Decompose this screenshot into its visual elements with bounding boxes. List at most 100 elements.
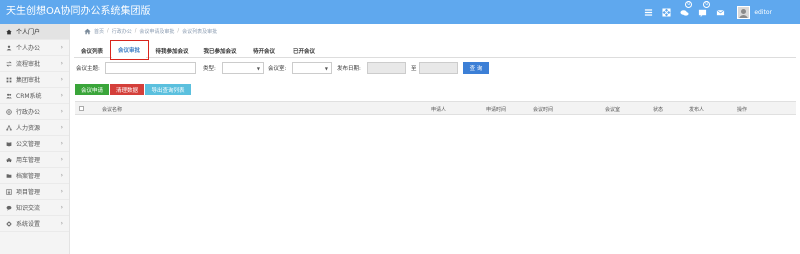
top-toolbar: 0 0 editor [639, 0, 800, 24]
apply-meeting-button[interactable]: 会议申请 [75, 84, 109, 95]
home-icon [6, 29, 12, 35]
home-icon[interactable] [84, 28, 91, 35]
tab-meeting-list[interactable]: 会议列表 [76, 43, 108, 58]
chevron-down-icon: ▼ [324, 66, 328, 71]
chevron-right-icon: › [60, 60, 63, 67]
col-apply-time: 申请时间 [486, 106, 507, 113]
list-icon [6, 188, 12, 195]
sidebar-item[interactable]: 集团审批 › [0, 72, 69, 88]
breadcrumb-home[interactable]: 首页 [94, 28, 104, 35]
type-label: 类型: [203, 66, 216, 72]
breadcrumb: 首页 / 行政办公 / 会议申请及审批 / 会议列表及审批 [84, 26, 217, 36]
sidebar-item-label: 项目管理 [16, 189, 41, 196]
date-from-input[interactable] [367, 62, 406, 74]
chevron-right-icon: › [60, 204, 63, 211]
sidebar-item-label: 流程审批 [16, 61, 41, 68]
sidebar-item[interactable]: 档案管理 › [0, 168, 69, 184]
table-header: 会议名称 申请人 申请时间 会议时间 会议室 状态 发布人 操作 [75, 101, 796, 115]
export-list-button[interactable]: 导出查询列表 [145, 84, 191, 95]
chevron-right-icon: › [60, 108, 63, 115]
sidebar-item-label: 行政办公 [16, 109, 41, 116]
sidebar-item[interactable]: 人力资源 › [0, 120, 69, 136]
chevron-right-icon: › [60, 92, 63, 99]
chevron-right-icon: › [60, 124, 63, 131]
car-icon [6, 157, 12, 163]
chevron-right-icon: › [60, 156, 63, 163]
sidebar-item-label: 系统设置 [16, 221, 41, 228]
room-label: 会议室: [268, 66, 287, 72]
select-all-checkbox[interactable] [79, 106, 84, 111]
sidebar-item[interactable]: 个人办公 › [0, 40, 69, 56]
top-bar: 天生创想OA协同办公系统集团版 0 0 editor [0, 0, 800, 24]
users-icon [6, 93, 12, 99]
user-icon [6, 45, 12, 51]
sidebar-item[interactable]: 流程审批 › [0, 56, 69, 72]
chevron-right-icon: › [60, 220, 63, 227]
exchange-icon [6, 60, 12, 67]
chat-icon[interactable]: 0 [675, 0, 693, 24]
tab-bar: 会议列表 会议审批 待我参加会议 我已参加会议 待开会议 已开会议 [74, 43, 796, 58]
query-button[interactable]: 查 询 [463, 62, 489, 74]
clear-data-button[interactable]: 清理数据 [110, 84, 144, 95]
sidebar-item-label: 用车管理 [16, 157, 41, 164]
sidebar-item-label: 公文管理 [16, 141, 41, 148]
chat-badge: 0 [685, 1, 693, 8]
room-select[interactable]: ▼ [292, 62, 332, 74]
sitemap-icon [6, 125, 12, 131]
date-label: 发布日期: [337, 66, 361, 72]
col-actions: 操作 [737, 106, 748, 113]
alert-icon[interactable]: 0 [693, 0, 711, 24]
breadcrumb-item[interactable]: 行政办公 [112, 28, 132, 35]
col-status: 状态 [653, 106, 664, 113]
chevron-right-icon: › [60, 76, 63, 83]
chevron-right-icon: › [60, 172, 63, 179]
type-select[interactable]: ▼ [222, 62, 264, 74]
folder-icon [6, 173, 12, 179]
sidebar-item[interactable]: 用车管理 › [0, 152, 69, 168]
col-applicant: 申请人 [431, 106, 447, 113]
menu-icon[interactable] [639, 0, 657, 24]
sidebar-item-label: 个人门户 [16, 29, 41, 36]
sidebar-item-label: 集团审批 [16, 77, 41, 84]
tab-attended-meetings[interactable]: 我已参加会议 [198, 43, 242, 58]
sidebar-item[interactable]: 公文管理 › [0, 136, 69, 152]
sidebar-item[interactable]: 知识交流 › [0, 200, 69, 216]
globe-icon [6, 108, 12, 115]
subject-label: 会议主题: [76, 66, 100, 72]
chat-icon [6, 205, 12, 211]
book-icon [6, 141, 12, 147]
sidebar-item-label: CRM系统 [16, 93, 42, 100]
breadcrumb-current: 会议列表及审批 [182, 28, 218, 35]
sidebar-item[interactable]: 个人门户 [0, 24, 69, 40]
username[interactable]: editor [754, 9, 772, 16]
sidebar-item-label: 档案管理 [16, 173, 41, 180]
sidebar-item[interactable]: 行政办公 › [0, 104, 69, 120]
chevron-right-icon: › [60, 188, 63, 195]
sidebar-item[interactable]: 系统设置 › [0, 216, 69, 232]
tab-finished-meetings[interactable]: 已开会议 [286, 43, 322, 58]
date-to-input[interactable] [419, 62, 458, 74]
chevron-down-icon: ▼ [256, 66, 260, 71]
app-title: 天生创想OA协同办公系统集团版 [6, 6, 151, 17]
chevron-right-icon: › [60, 44, 63, 51]
sidebar-item[interactable]: 项目管理 › [0, 184, 69, 200]
col-meeting-room: 会议室 [605, 106, 621, 113]
gear-icon [6, 220, 12, 227]
subject-input[interactable] [105, 62, 196, 74]
tab-upcoming-meetings[interactable]: 待开会议 [246, 43, 282, 58]
fullscreen-icon[interactable] [657, 0, 675, 24]
sidebar: 个人门户 个人办公 › 流程审批 › 集团审批 › CRM系统 › 行政办公 › 人力资源 › 公文管理 ›… [0, 24, 70, 254]
sidebar-item-label: 知识交流 [16, 205, 41, 212]
date-to-label: 至 [411, 66, 417, 72]
sidebar-item-label: 人力资源 [16, 125, 41, 132]
avatar[interactable] [737, 5, 751, 19]
tab-pending-meetings[interactable]: 待我参加会议 [150, 43, 194, 58]
sidebar-item[interactable]: CRM系统 › [0, 88, 69, 104]
mail-icon[interactable] [711, 0, 729, 24]
breadcrumb-item[interactable]: 会议申请及审批 [139, 28, 174, 35]
col-meeting-name: 会议名称 [102, 106, 123, 113]
col-publisher: 发布人 [689, 106, 705, 113]
alert-badge: 0 [703, 1, 711, 8]
sidebar-item-label: 个人办公 [16, 45, 41, 52]
grid-icon [6, 77, 12, 83]
